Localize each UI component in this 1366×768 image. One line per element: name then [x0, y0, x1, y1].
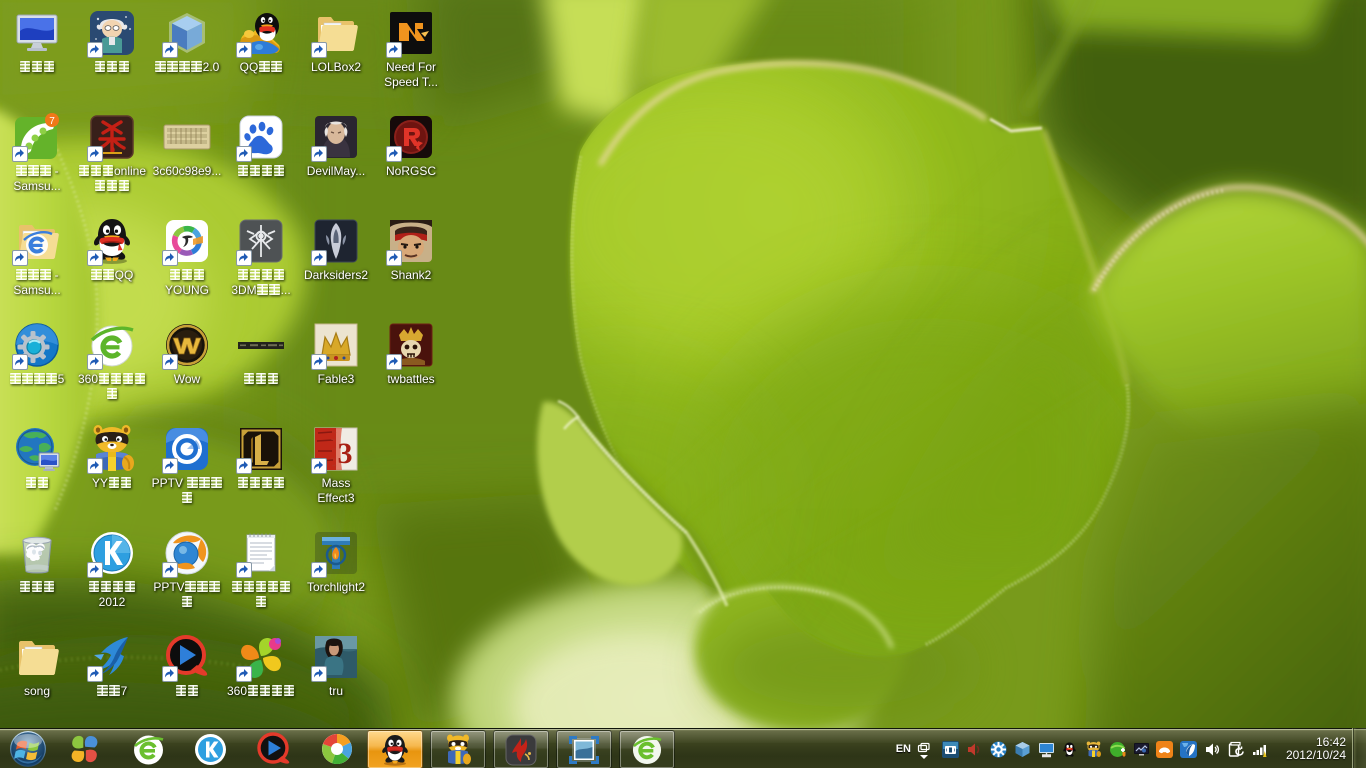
svg-text:7: 7	[49, 116, 55, 127]
svg-text:3: 3	[338, 437, 353, 470]
